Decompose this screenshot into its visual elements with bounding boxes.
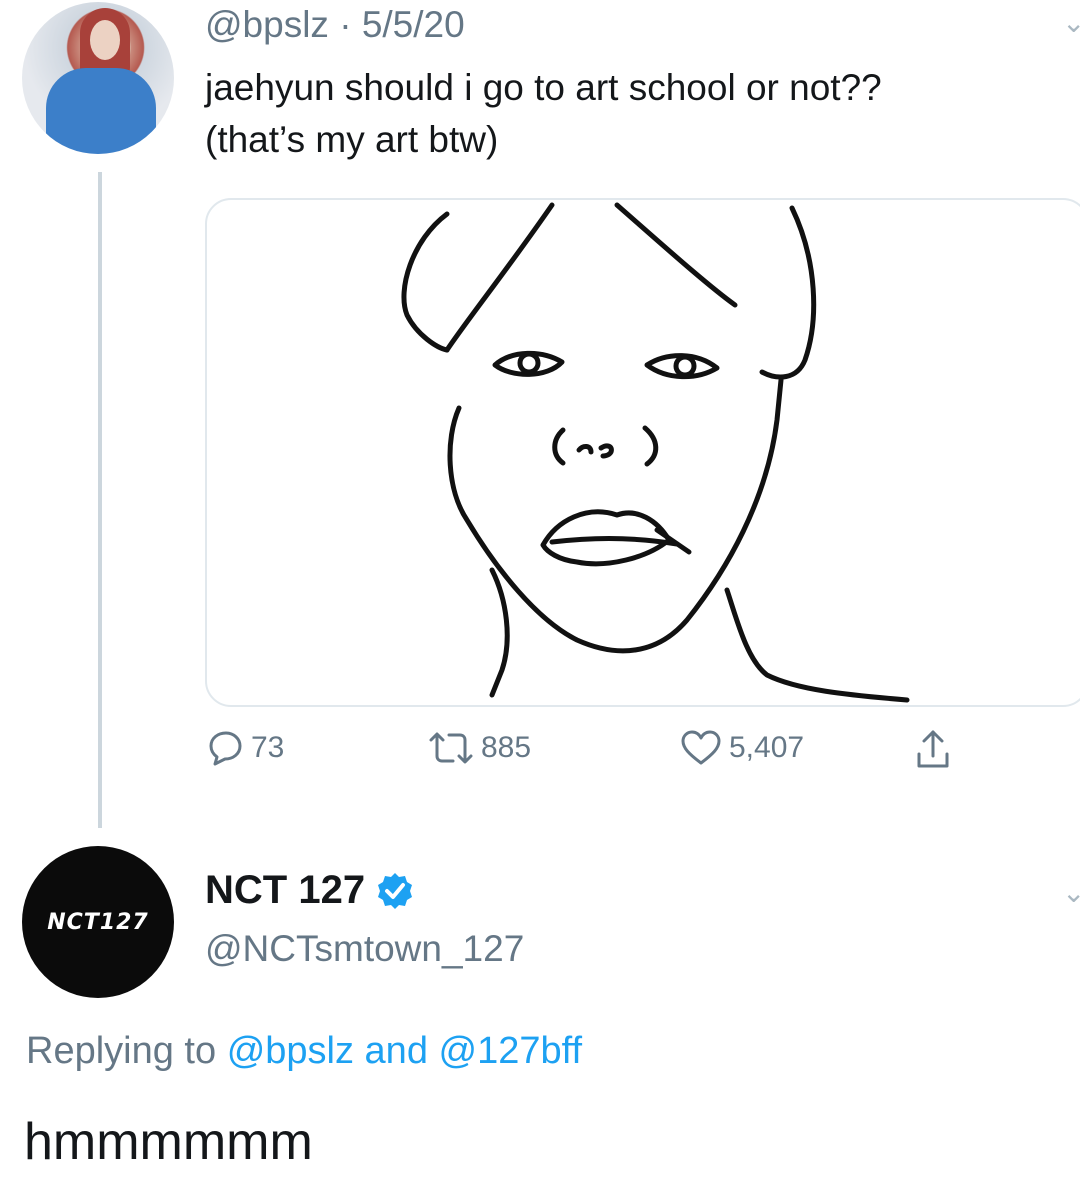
face-drawing-image <box>401 202 910 703</box>
reply-handle[interactable]: @NCTsmtown_127 <box>205 928 524 970</box>
like-count: 5,407 <box>729 731 805 764</box>
tweet-media-drawing[interactable] <box>205 198 1080 707</box>
reply-icon <box>209 731 242 766</box>
retweet-icon <box>429 732 473 764</box>
avatar-logo-text: NCT127 <box>47 909 149 935</box>
reply-count: 73 <box>251 731 285 764</box>
replying-user-bpslz-link[interactable]: @bpslz <box>227 1030 354 1072</box>
replying-prefix: Replying to <box>26 1030 217 1072</box>
tweet-text: jaehyun should i go to art school or not… <box>205 62 1065 166</box>
heart-icon <box>681 730 721 765</box>
retweet-count: 885 <box>481 731 532 764</box>
tweet-text-line-2: (that’s my art btw) <box>205 119 499 160</box>
reply-action[interactable]: 73 <box>205 728 284 768</box>
avatar-bpslz[interactable] <box>22 2 174 154</box>
replying-to: Replying to @bpslz and @127bff <box>26 1030 582 1073</box>
replying-user-127bff-link[interactable]: @127bff <box>439 1030 583 1072</box>
reply-author-name: NCT 127 <box>205 868 366 912</box>
like-action[interactable]: 5,407 <box>679 728 804 768</box>
reply-author[interactable]: NCT 127 <box>205 868 415 913</box>
avatar-shirt <box>46 68 156 154</box>
tweet-menu-chevron-icon[interactable]: ⌄ <box>1062 6 1080 39</box>
reply-text: hmmmmmm <box>24 1113 313 1171</box>
retweet-action[interactable]: 885 <box>427 728 531 768</box>
tweet-actions: 73 885 5,407 <box>205 728 985 778</box>
verified-badge-icon <box>378 872 413 909</box>
replying-and[interactable]: and <box>365 1030 428 1072</box>
reply-menu-chevron-icon[interactable]: ⌄ <box>1062 876 1080 909</box>
tweet-text-line-1: jaehyun should i go to art school or not… <box>205 67 882 108</box>
avatar-face <box>90 20 120 60</box>
thread-line <box>98 172 102 828</box>
avatar-nct127[interactable]: NCT127 <box>22 846 174 998</box>
tweet-handle-date[interactable]: @bpslz · 5/5/20 <box>205 4 465 46</box>
share-icon <box>917 730 949 768</box>
share-action[interactable] <box>913 728 953 772</box>
